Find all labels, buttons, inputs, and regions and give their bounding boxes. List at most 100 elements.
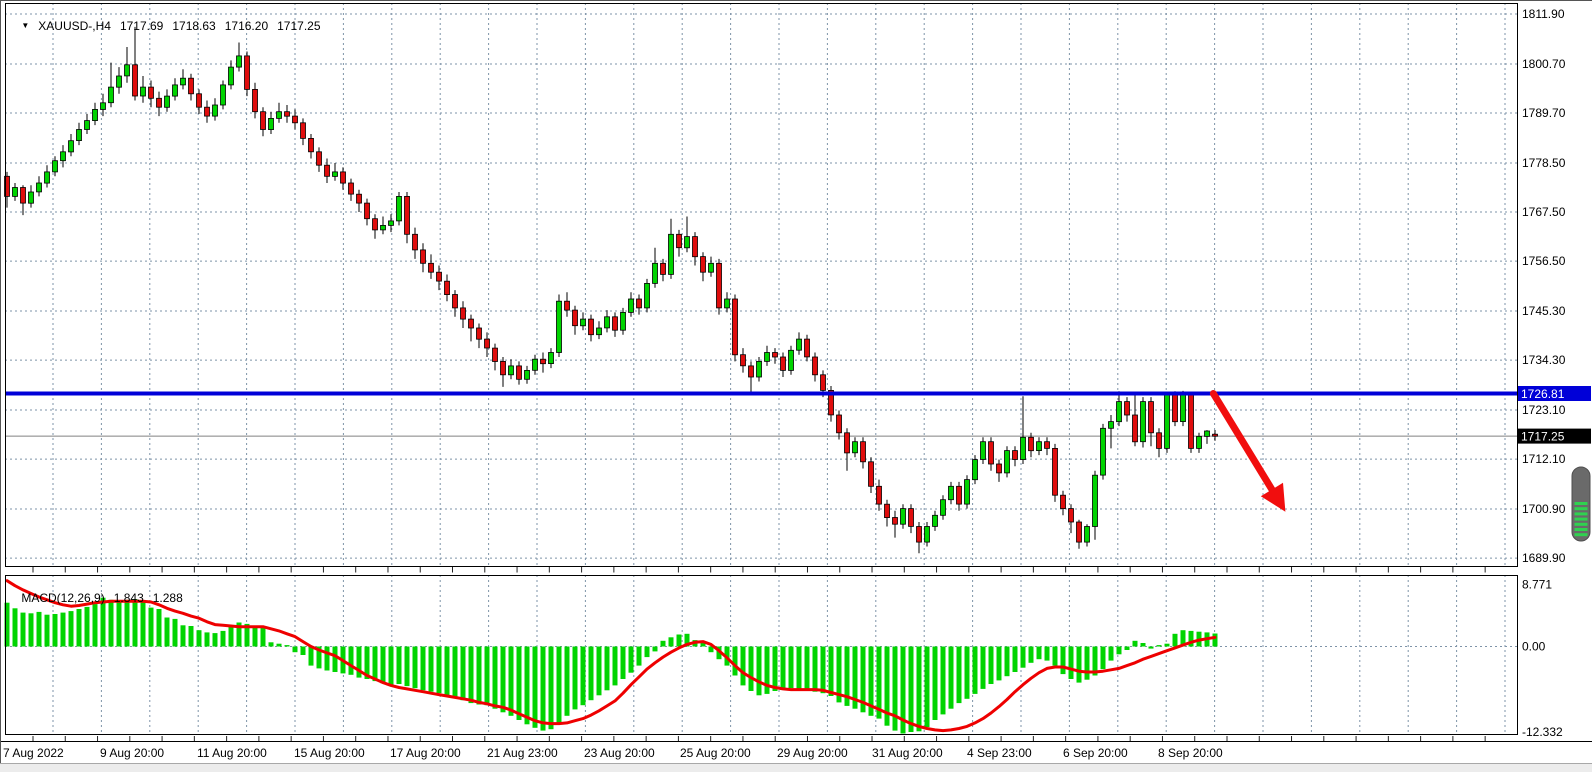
candle-down	[1061, 495, 1066, 508]
price-axis-label: 1689.90	[1522, 551, 1566, 565]
macd-bar	[797, 647, 802, 689]
price-axis-label: 1712.10	[1522, 452, 1566, 466]
macd-bar	[565, 647, 570, 716]
macd-bar	[965, 647, 970, 699]
candle-down	[877, 486, 882, 504]
candle-down	[637, 299, 642, 308]
candle-up	[621, 312, 626, 330]
candle-down	[301, 123, 306, 139]
candle-down	[1213, 434, 1218, 436]
macd-bar	[1037, 647, 1042, 660]
candle-up	[29, 192, 34, 203]
macd-bar	[453, 647, 458, 698]
candle-up	[1085, 527, 1090, 543]
macd-bar	[1157, 645, 1162, 646]
candle-down	[1157, 433, 1162, 449]
candle-down	[149, 87, 154, 98]
candle-up	[597, 328, 602, 335]
candle-up	[389, 221, 394, 226]
candle-up	[93, 109, 98, 120]
chart-dropdown-icon[interactable]: ▼	[21, 21, 29, 30]
macd-bar	[605, 647, 610, 691]
macd-bar	[733, 647, 738, 676]
macd-bar	[461, 647, 466, 701]
price-axis-label: 1734.30	[1522, 353, 1566, 367]
candle-up	[109, 87, 114, 103]
candle-up	[725, 299, 730, 308]
macd-bar	[557, 647, 562, 723]
candle-down	[781, 357, 786, 370]
candle-up	[77, 130, 82, 141]
macd-bar	[669, 637, 674, 646]
macd-bar	[1141, 643, 1146, 647]
macd-bar	[525, 647, 530, 725]
macd-bar	[981, 647, 986, 689]
candle-down	[453, 295, 458, 308]
macd-bar	[805, 647, 810, 691]
candle-up	[269, 118, 274, 129]
candle-down	[733, 299, 738, 355]
price-axis-label: 1723.10	[1522, 403, 1566, 417]
macd-bar	[581, 647, 586, 706]
candle-up	[53, 161, 58, 172]
bottom-strip	[0, 764, 1592, 772]
candle-down	[989, 442, 994, 464]
macd-bar	[997, 647, 1002, 681]
macd-bar	[1013, 647, 1018, 673]
price-axis-label: 1700.90	[1522, 502, 1566, 516]
candle-up	[973, 460, 978, 480]
macd-bar	[941, 647, 946, 715]
macd-value: 1.843	[114, 591, 144, 605]
candle-down	[189, 78, 194, 94]
candle-down	[445, 281, 450, 294]
candle-up	[789, 350, 794, 370]
candle-down	[309, 138, 314, 151]
macd-bar	[309, 647, 314, 666]
candle-down	[205, 107, 210, 116]
price-axis-label: 1811.90	[1522, 7, 1565, 21]
macd-bar	[749, 647, 754, 692]
candle-down	[341, 172, 346, 183]
macd-bar	[517, 647, 522, 721]
macd-bar	[789, 647, 794, 689]
candle-down	[613, 317, 618, 330]
candle-down	[429, 263, 434, 272]
scrollbar-thumb[interactable]	[1572, 467, 1590, 541]
macd-bar	[1125, 647, 1130, 651]
candle-down	[1189, 394, 1194, 449]
candle-down	[421, 250, 426, 263]
macd-bar	[1101, 647, 1106, 670]
candle-down	[261, 112, 266, 130]
candle-up	[165, 96, 170, 107]
macd-bar	[469, 647, 474, 704]
candle-up	[757, 361, 762, 377]
macd-bar	[421, 647, 426, 691]
candle-down	[589, 319, 594, 335]
candle-down	[365, 203, 370, 219]
candle-up	[533, 359, 538, 370]
macd-bar	[621, 647, 626, 680]
candle-down	[285, 112, 290, 117]
candle-up	[237, 56, 242, 67]
candle-up	[125, 65, 130, 76]
candle-up	[925, 527, 930, 543]
candle-down	[317, 152, 322, 165]
chart-canvas[interactable]: 1811.901800.701789.701778.501767.501756.…	[0, 0, 1592, 772]
macd-bar	[821, 647, 826, 694]
macd-bar	[261, 627, 266, 646]
macd-bar	[661, 641, 666, 647]
macd-bar	[269, 642, 274, 646]
macd-bar	[925, 647, 930, 728]
time-axis-label: 21 Aug 23:00	[487, 746, 558, 760]
candle-down	[997, 464, 1002, 473]
macd-bar	[333, 647, 338, 673]
candle-down	[701, 257, 706, 273]
macd-bar	[477, 647, 482, 705]
candle-down	[573, 310, 578, 326]
candle-down	[1069, 509, 1074, 522]
candle-down	[1125, 402, 1130, 415]
candle-up	[685, 237, 690, 248]
candle-up	[765, 353, 770, 362]
ohlc-close: 1717.25	[277, 19, 320, 33]
symbol-label: XAUUSD-,H4	[38, 19, 111, 33]
